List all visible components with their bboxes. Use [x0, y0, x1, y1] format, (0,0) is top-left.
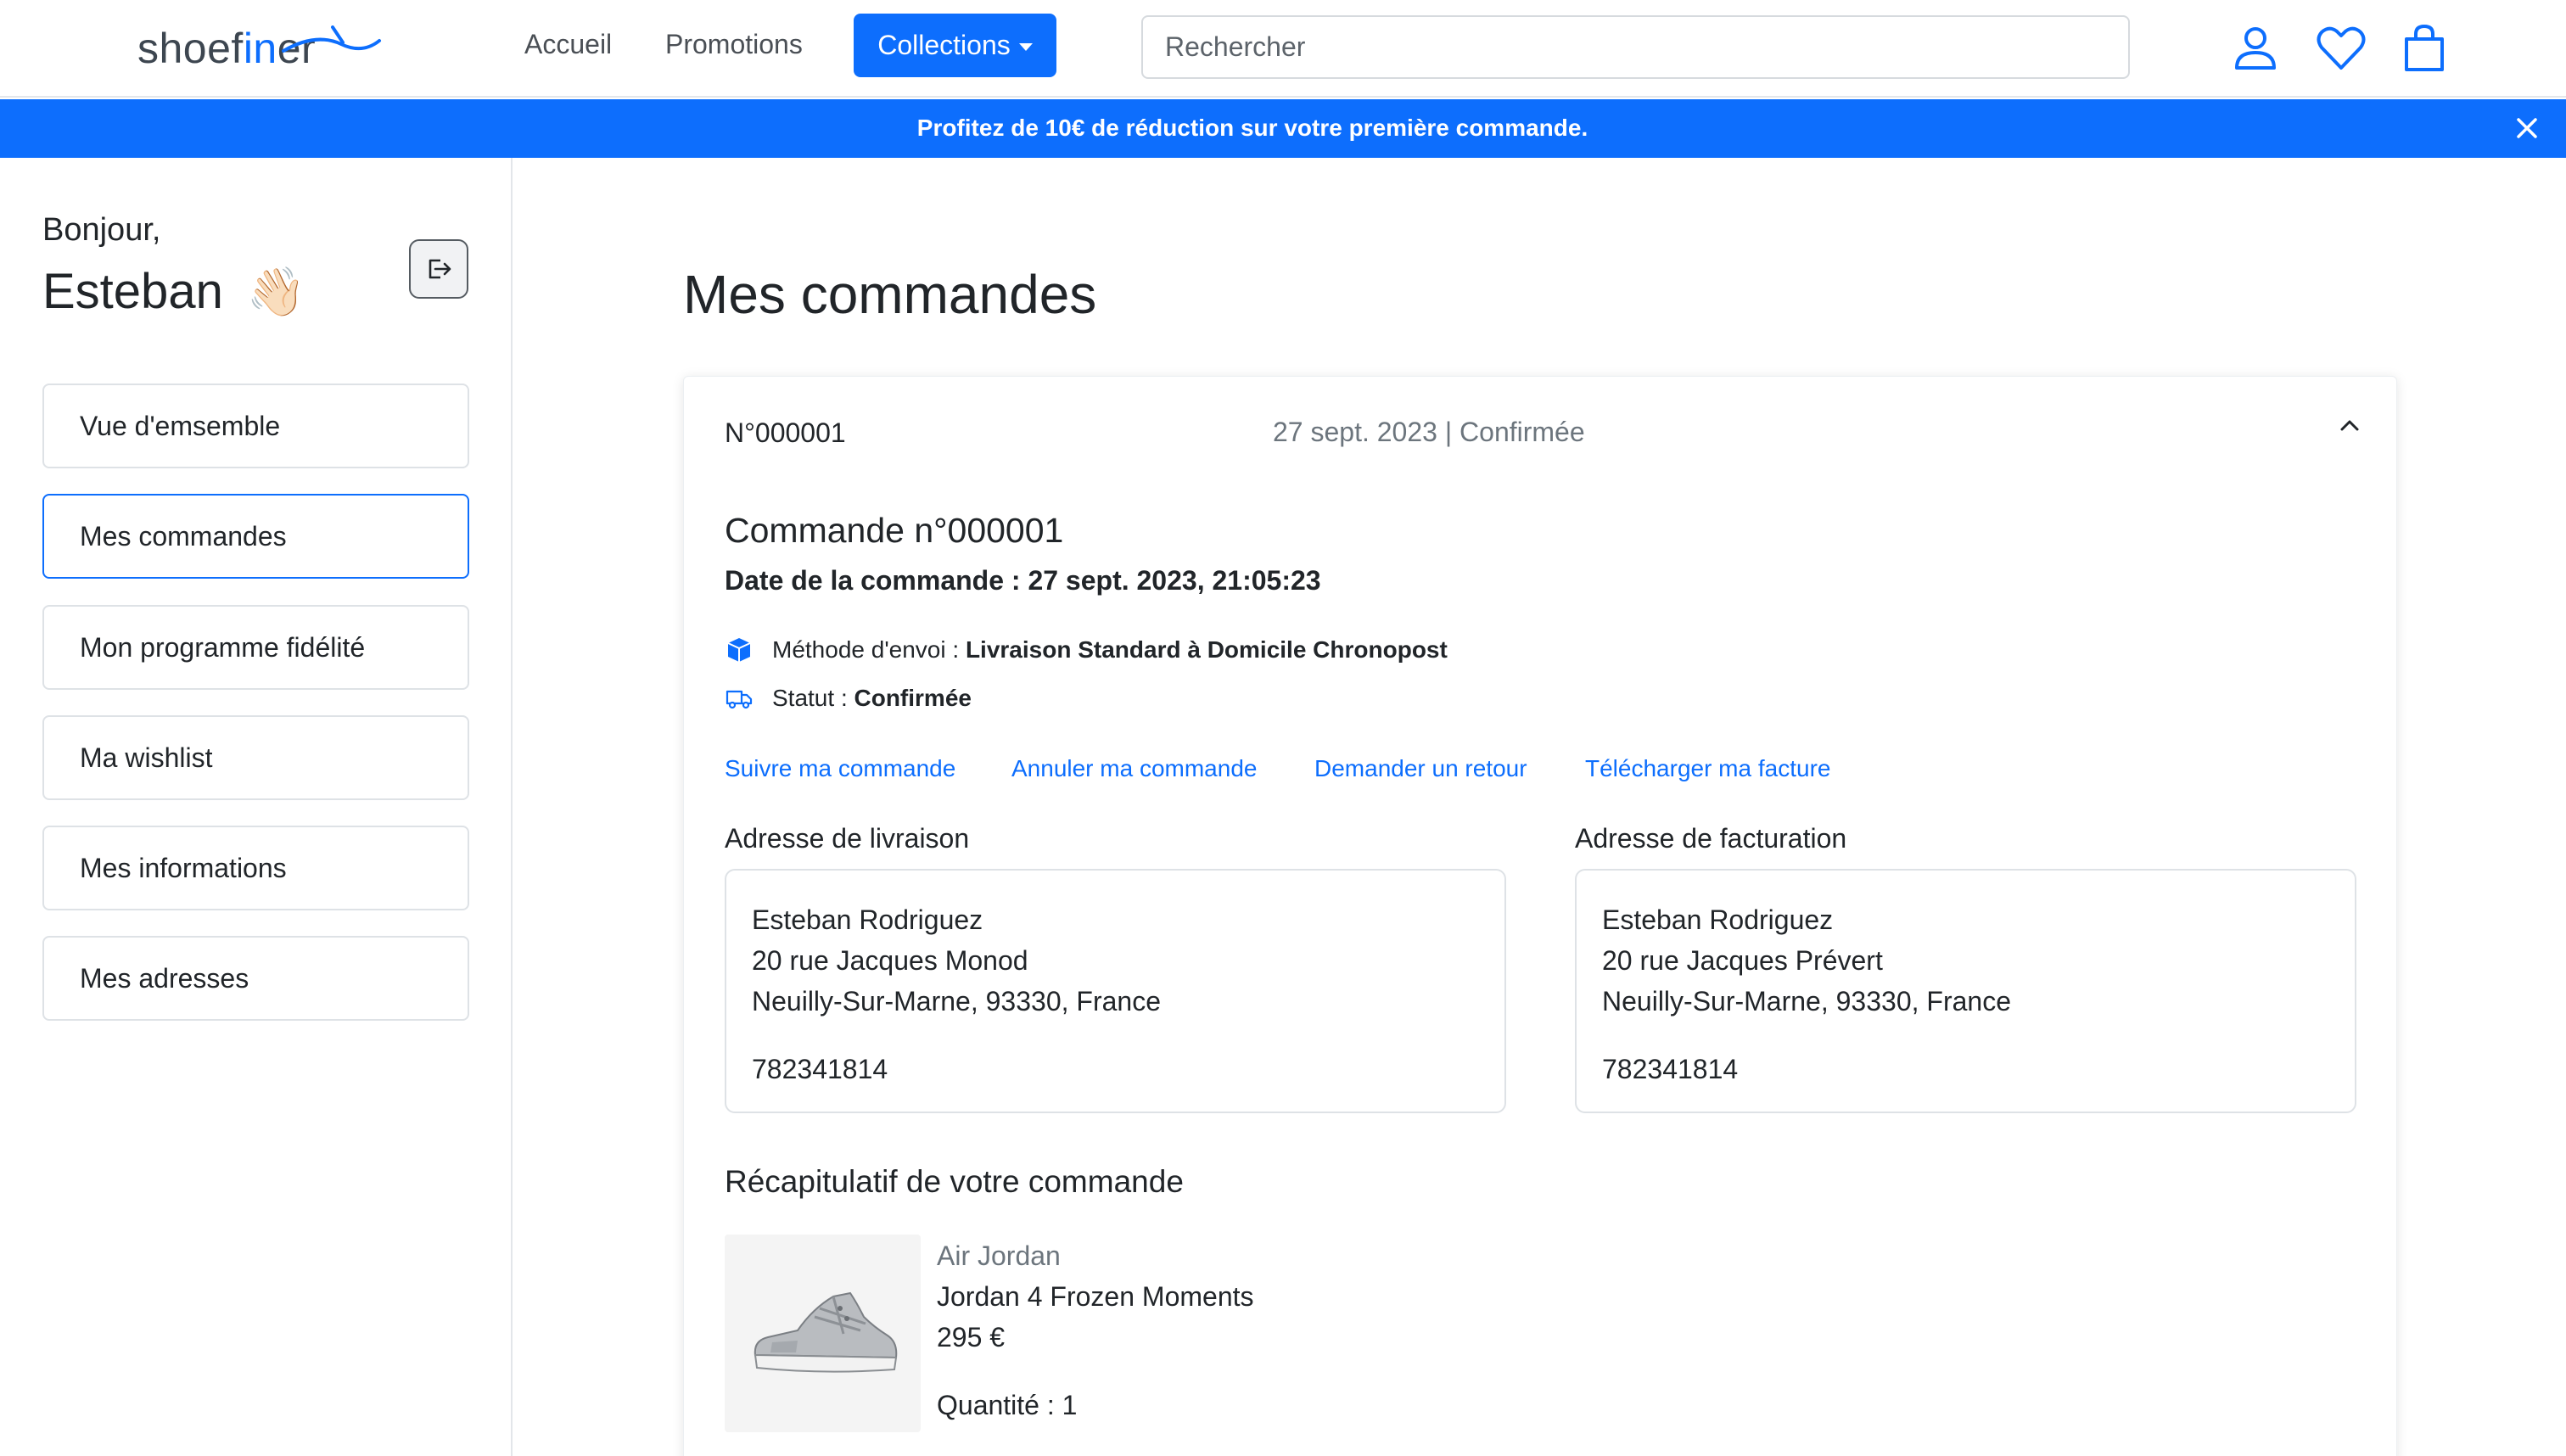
- delivery-address-box: Esteban Rodriguez 20 rue Jacques Monod N…: [725, 869, 1506, 1113]
- download-invoice-link[interactable]: Télécharger ma facture: [1585, 755, 1830, 782]
- address-phone: 782341814: [752, 1054, 888, 1084]
- user-name-row: Esteban 👋🏻: [42, 263, 306, 320]
- address-street: 20 rue Jacques Monod: [752, 945, 1028, 976]
- order-summary-title: Récapitulatif de votre commande: [725, 1164, 1184, 1199]
- sidebar-item-orders[interactable]: Mes commandes: [42, 494, 469, 579]
- product-brand: Air Jordan: [937, 1240, 1061, 1271]
- page-title: Mes commandes: [683, 264, 1097, 325]
- chevron-down-icon: [1018, 43, 1033, 51]
- sidebar-item-label: Mon programme fidélité: [80, 631, 366, 663]
- address-city: Neuilly-Sur-Marne, 93330, France: [752, 986, 1161, 1016]
- top-navbar: shoefiner Accueil Promotions Collections: [0, 0, 2566, 98]
- logout-icon: [429, 259, 451, 279]
- sidebar-item-information[interactable]: Mes informations: [42, 826, 469, 910]
- order-date: Date de la commande : 27 sept. 2023, 21:…: [725, 565, 1321, 596]
- logo[interactable]: shoefiner: [137, 19, 381, 78]
- sidebar-item-label: Mes commandes: [80, 520, 287, 552]
- address-city: Neuilly-Sur-Marne, 93330, France: [1602, 986, 2011, 1016]
- shipping-label: Méthode d'envoi :: [772, 636, 960, 663]
- heart-icon[interactable]: [2315, 22, 2367, 75]
- product-name[interactable]: Jordan 4 Frozen Moments: [937, 1281, 1254, 1313]
- address-street: 20 rue Jacques Prévert: [1602, 945, 1883, 976]
- sidebar-item-label: Ma wishlist: [80, 742, 213, 773]
- nav-promotions[interactable]: Promotions: [665, 29, 803, 60]
- address-phone: 782341814: [1602, 1054, 1739, 1084]
- shipping-value: Livraison Standard à Domicile Chronopost: [965, 636, 1448, 663]
- logo-swoosh-icon: [282, 25, 381, 53]
- search-input[interactable]: [1141, 15, 2130, 79]
- promo-banner: Profitez de 10€ de réduction sur votre p…: [0, 99, 2566, 158]
- order-title: Commande n°000001: [725, 511, 1064, 550]
- status-label: Statut :: [772, 685, 848, 711]
- sidebar-item-label: Mes informations: [80, 852, 287, 883]
- chevron-up-icon[interactable]: [2337, 412, 2362, 438]
- request-return-link[interactable]: Demander un retour: [1314, 755, 1527, 782]
- sidebar-item-overview[interactable]: Vue d'emsemble: [42, 384, 469, 468]
- billing-address-label: Adresse de facturation: [1575, 823, 1847, 854]
- bag-icon[interactable]: [2398, 22, 2451, 75]
- promo-banner-text: Profitez de 10€ de réduction sur votre p…: [916, 115, 1588, 141]
- product-quantity: Quantité : 1: [937, 1390, 1078, 1420]
- collections-dropdown-button[interactable]: Collections: [854, 14, 1056, 77]
- delivery-address-label: Adresse de livraison: [725, 823, 970, 854]
- truck-icon: [726, 690, 753, 709]
- sidebar-item-wishlist[interactable]: Ma wishlist: [42, 715, 469, 800]
- billing-address-box: Esteban Rodriguez 20 rue Jacques Prévert…: [1575, 869, 2356, 1113]
- shipping-method-row: Méthode d'envoi : Livraison Standard à D…: [725, 636, 1448, 664]
- waving-hand-icon: 👋🏻: [246, 264, 306, 318]
- track-order-link[interactable]: Suivre ma commande: [725, 755, 955, 782]
- nav-accueil[interactable]: Accueil: [524, 29, 612, 60]
- product-image[interactable]: [725, 1235, 921, 1432]
- user-icon[interactable]: [2229, 22, 2282, 75]
- address-name: Esteban Rodriguez: [1602, 904, 1834, 935]
- status-row: Statut : Confirmée: [725, 684, 972, 713]
- collections-label: Collections: [877, 30, 1011, 60]
- order-accordion-card: N°000001 27 sept. 2023 | Confirmée Comma…: [683, 376, 2397, 1456]
- logout-button[interactable]: [409, 239, 468, 299]
- sidebar-item-addresses[interactable]: Mes adresses: [42, 936, 469, 1021]
- address-name: Esteban Rodriguez: [752, 904, 983, 935]
- cancel-order-link[interactable]: Annuler ma commande: [1011, 755, 1257, 782]
- close-icon[interactable]: [2512, 113, 2542, 143]
- status-value: Confirmée: [854, 685, 972, 711]
- account-sidebar: Bonjour, Esteban 👋🏻 Vue d'emsemble Mes c…: [0, 158, 513, 1456]
- order-date-status: 27 sept. 2023 | Confirmée: [1273, 417, 1585, 447]
- box-icon: [727, 638, 751, 662]
- sidebar-item-label: Mes adresses: [80, 962, 249, 994]
- sidebar-item-label: Vue d'emsemble: [80, 410, 281, 441]
- greeting: Bonjour,: [42, 212, 161, 248]
- order-number[interactable]: N°000001: [725, 417, 846, 449]
- product-price: 295 €: [937, 1322, 1006, 1352]
- user-name: Esteban: [42, 264, 223, 319]
- sidebar-item-loyalty[interactable]: Mon programme fidélité: [42, 605, 469, 690]
- sneaker-icon: [754, 1291, 897, 1373]
